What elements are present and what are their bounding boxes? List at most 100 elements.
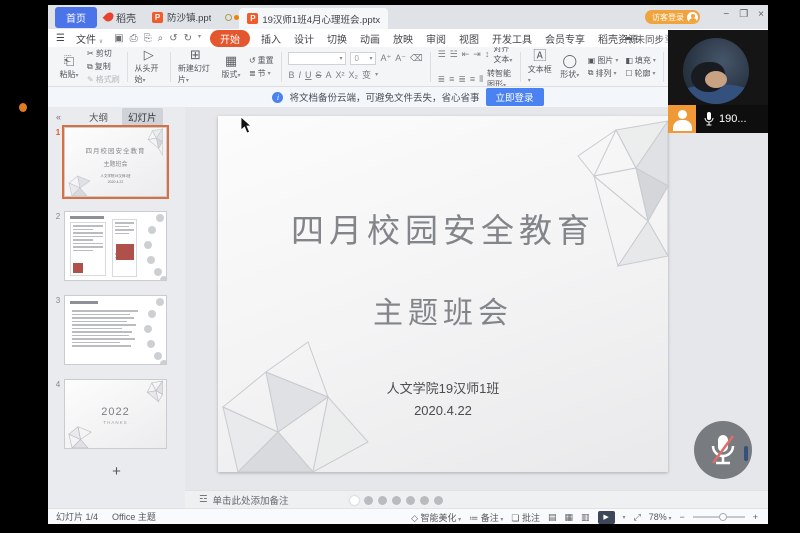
hamburger-icon[interactable]: ☰ (56, 33, 65, 44)
collapse-panel-icon[interactable]: « (56, 112, 61, 122)
slide-thumbnail-3[interactable]: 3 (52, 295, 179, 365)
slide-thumbnail-1[interactable]: 1 四月校园安全教育 主题班会 人文学院19汉师 (52, 127, 179, 197)
tab-slides[interactable]: 幻灯片 (122, 108, 163, 126)
font-color-button[interactable]: A (326, 70, 332, 80)
maximize-button[interactable]: ❐ (739, 9, 748, 20)
paste-button[interactable]: ⎗ 粘贴▾ (54, 49, 84, 85)
new-slide-button[interactable]: ⊞ 新建幻灯片▾ (175, 49, 216, 85)
columns-icon[interactable]: ⫴ (479, 74, 483, 85)
conference-video-panel[interactable]: 190... (668, 30, 768, 133)
normal-view-icon[interactable]: ▤ (548, 512, 557, 523)
zoom-slider-knob[interactable] (719, 513, 727, 521)
minimize-button[interactable]: − (723, 9, 729, 20)
quickbar-more-icon[interactable]: ▾ (198, 33, 201, 44)
close-button[interactable]: × (758, 9, 764, 20)
arrange-button[interactable]: ⧉排列▾ (588, 68, 619, 79)
pager-dot[interactable] (434, 496, 443, 505)
slide-thumbnail-2[interactable]: 2 (52, 211, 179, 281)
increase-font-icon[interactable]: A⁺ (380, 53, 391, 64)
zoom-out-button[interactable]: − (679, 512, 684, 522)
align-right-icon[interactable]: ≣ (458, 74, 466, 85)
save-icon[interactable]: ▣ (114, 33, 123, 44)
format-painter-button[interactable]: ✎格式刷 (87, 74, 120, 85)
slide-subtitle-class[interactable]: 人文学院19汉师1班 (218, 378, 668, 397)
pager-dot[interactable] (406, 496, 415, 505)
align-left-icon[interactable]: ≣ (438, 74, 446, 85)
menu-item-home[interactable]: 开始 (210, 30, 250, 47)
preview-icon[interactable]: ⌕ (158, 33, 164, 44)
bold-button[interactable]: B (288, 70, 294, 80)
menu-item-review[interactable]: 审阅 (424, 30, 448, 47)
to-smartart-button[interactable]: 转智能图形▾ (487, 68, 513, 87)
fit-window-icon[interactable]: ⤢ (634, 512, 641, 523)
slide-editing-area[interactable]: 四月校园安全教育 主题班会 人文学院19汉师1班 2020.4.22 (185, 107, 768, 490)
overlay-drag-handle[interactable] (744, 446, 748, 461)
add-slide-button[interactable]: + (48, 463, 185, 480)
menu-item-design[interactable]: 设计 (292, 30, 316, 47)
tab-outline[interactable]: 大纲 (83, 108, 114, 126)
clear-format-icon[interactable]: ⌫ (410, 53, 423, 64)
pager-dot[interactable] (392, 496, 401, 505)
document-tab-1[interactable]: P 防沙镇.ppt (144, 6, 219, 28)
sync-status[interactable]: ☁ 未同步 (623, 32, 664, 46)
lightbulb-icon[interactable] (225, 14, 232, 21)
document-tab-2-active[interactable]: P 19汉师1班4月心理班会.pptx (239, 8, 388, 29)
font-family-select[interactable]: ▾ (288, 52, 346, 65)
guest-login-badge[interactable]: 访客登录 (645, 10, 700, 24)
align-center-icon[interactable]: ≡ (449, 74, 454, 84)
menu-item-insert[interactable]: 插入 (259, 30, 283, 47)
home-tab[interactable]: 首页 (55, 7, 97, 28)
redo-icon[interactable]: ↻ (184, 33, 192, 44)
zoom-level[interactable]: 78% ▾ (649, 512, 672, 522)
bullet-list-icon[interactable]: ☰ (438, 49, 446, 60)
slideshow-play-button[interactable]: ▶ (598, 511, 615, 524)
decrease-font-icon[interactable]: A⁻ (395, 53, 406, 64)
superscript-button[interactable]: X² (336, 70, 345, 80)
text-effect-button[interactable]: 变 (362, 68, 371, 81)
menu-item-devtools[interactable]: 开发工具 (490, 30, 534, 47)
line-spacing-icon[interactable]: ↕ (485, 49, 490, 59)
justify-icon[interactable]: ≡ (470, 74, 475, 84)
layout-button[interactable]: ▦ 版式▾ (216, 49, 246, 85)
italic-button[interactable]: I (299, 70, 302, 80)
reading-view-icon[interactable]: ▥ (581, 512, 590, 523)
menu-item-slideshow[interactable]: 放映 (391, 30, 415, 47)
pager-dot[interactable] (364, 496, 373, 505)
zoom-in-button[interactable]: + (753, 512, 758, 522)
print-icon[interactable]: ⎘ (144, 33, 152, 44)
slide-sorter-view-icon[interactable]: ▦ (565, 512, 574, 523)
section-button[interactable]: ≣节▾ (249, 68, 274, 79)
underline-button[interactable]: U (305, 70, 312, 80)
smart-beautify-button[interactable]: ◇ 智能美化 ▾ (411, 511, 461, 524)
file-menu[interactable]: 文件 ∨ (74, 30, 105, 47)
slide-thumbnail-4[interactable]: 4 2022 THANKS (52, 379, 179, 449)
copy-button[interactable]: ⧉复制 (87, 61, 120, 72)
slide-title-text-line2[interactable]: 主题班会 (218, 288, 668, 332)
indent-icon[interactable]: ⇥ (473, 49, 481, 60)
outdent-icon[interactable]: ⇤ (462, 49, 470, 60)
pager-dot[interactable] (378, 496, 387, 505)
reset-button[interactable]: ↺重置 (249, 55, 274, 66)
pager-dot[interactable] (420, 496, 429, 505)
menu-item-animation[interactable]: 动画 (358, 30, 382, 47)
strikethrough-button[interactable]: S (316, 70, 322, 80)
outline-button[interactable]: ☐轮廓▾ (625, 68, 656, 79)
cut-button[interactable]: ✂剪切 (87, 48, 120, 59)
zoom-slider[interactable] (693, 516, 745, 518)
notes-bar[interactable]: ☲ 单击此处添加备注 (185, 490, 768, 508)
text-box-button[interactable]: 🄰 文本框▾ (525, 49, 555, 85)
subscript-button[interactable]: X₂ (349, 70, 359, 80)
menu-item-transition[interactable]: 切换 (325, 30, 349, 47)
docer-tab[interactable]: 稻壳 (97, 7, 144, 28)
fill-button[interactable]: ◧填充▾ (625, 55, 656, 66)
play-options-icon[interactable]: ▾ (623, 514, 626, 521)
slide-subtitle-date[interactable]: 2020.4.22 (218, 403, 668, 418)
number-list-icon[interactable]: ☱ (450, 49, 458, 60)
shapes-button[interactable]: ◯ 形状▾ (555, 49, 585, 85)
current-slide-canvas[interactable]: 四月校园安全教育 主题班会 人文学院19汉师1班 2020.4.22 (218, 116, 668, 472)
theme-name[interactable]: Office 主题 (112, 510, 156, 523)
menu-item-view[interactable]: 视图 (457, 30, 481, 47)
slide-title-text[interactable]: 四月校园安全教育 (218, 204, 668, 252)
align-text-button[interactable]: 对齐文本▾ (493, 47, 513, 65)
picture-button[interactable]: ▣图片▾ (588, 55, 619, 66)
